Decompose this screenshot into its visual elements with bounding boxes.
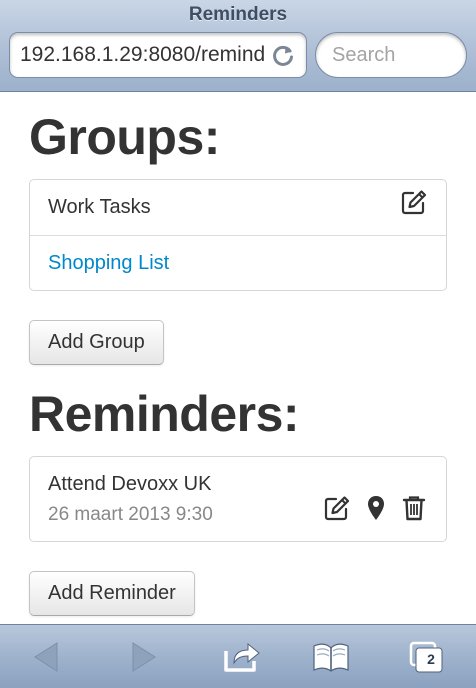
forward-icon[interactable] <box>123 639 163 675</box>
add-reminder-button[interactable]: Add Reminder <box>29 571 195 616</box>
page-title: Reminders <box>188 4 288 25</box>
group-item-shopping-list[interactable]: Shopping List <box>30 235 446 290</box>
reminder-title: Attend Devoxx UK <box>48 473 212 495</box>
edit-icon[interactable] <box>400 188 428 216</box>
location-pin-icon[interactable] <box>362 494 390 522</box>
trash-icon[interactable] <box>400 494 428 522</box>
reminder-date: 26 maart 2013 9:30 <box>48 504 213 525</box>
group-link[interactable]: Shopping List <box>48 252 169 275</box>
back-icon[interactable] <box>27 639 67 675</box>
edit-icon[interactable] <box>323 494 351 522</box>
tab-count: 2 <box>427 651 435 667</box>
url-text[interactable]: 192.168.1.29:8080/reminders <box>20 43 265 67</box>
group-item-work-tasks[interactable]: Work Tasks <box>30 180 446 235</box>
groups-list: Work Tasks Shopping List <box>29 179 447 291</box>
groups-heading: Groups: <box>29 109 220 165</box>
search-input[interactable] <box>315 32 467 78</box>
reminders-list: Attend Devoxx UK 26 maart 2013 9:30 <box>29 456 447 542</box>
group-label[interactable]: Work Tasks <box>48 196 151 219</box>
share-icon[interactable] <box>222 639 262 675</box>
url-field[interactable]: 192.168.1.29:8080/reminders <box>9 32 307 78</box>
browser-top-bar: Reminders 192.168.1.29:8080/reminders <box>0 0 476 92</box>
reload-icon[interactable] <box>270 43 296 69</box>
browser-bottom-toolbar <box>0 624 476 688</box>
bookmarks-icon[interactable] <box>311 639 351 675</box>
reminders-heading: Reminders: <box>29 386 300 442</box>
add-group-button[interactable]: Add Group <box>29 320 164 365</box>
page-content: Groups: Work Tasks Shopping List Add Gro… <box>0 92 476 624</box>
